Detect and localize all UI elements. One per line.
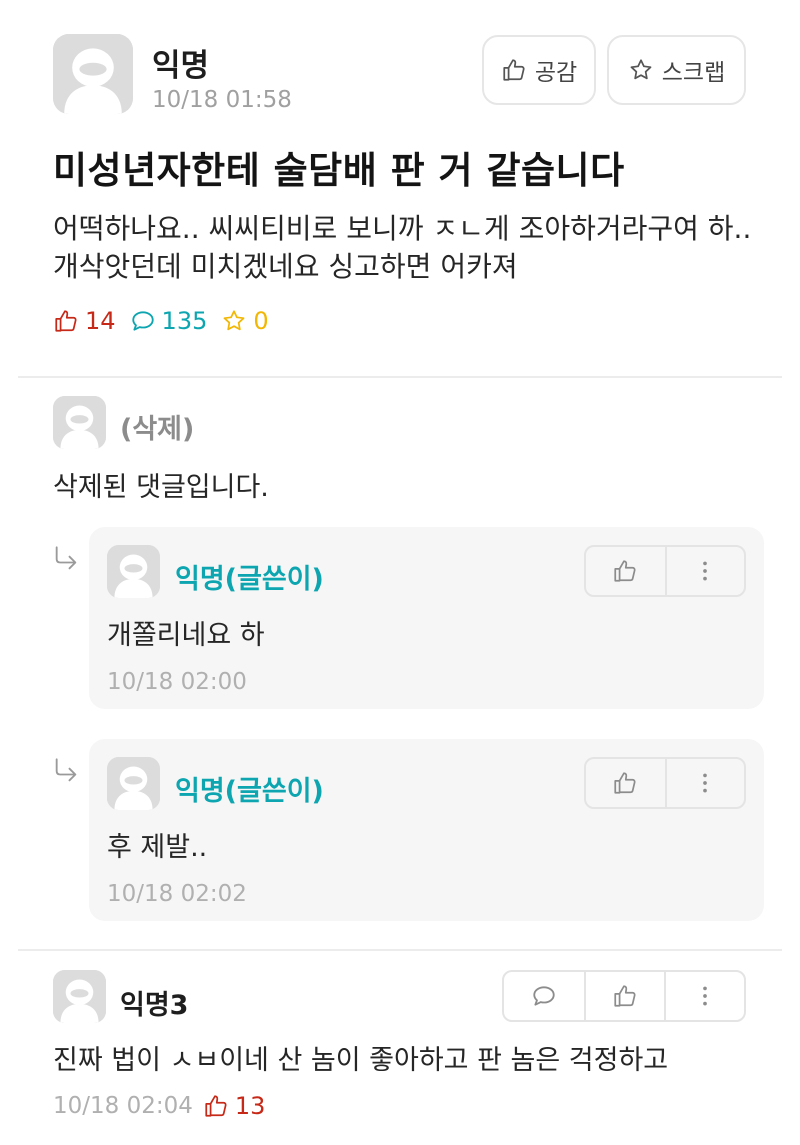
reply-timestamp: 10/18 02:00: [107, 669, 247, 695]
reply-item: 익명(글쓴이) 개쫄리네요 하 10/18 02:00: [89, 527, 764, 709]
post-scrap-count: 0: [221, 307, 269, 335]
deleted-comment-author: (삭제): [120, 414, 195, 445]
post-stats: 14 135 0: [53, 307, 269, 335]
default-avatar-icon: [107, 757, 160, 810]
post-timestamp: 10/18 01:58: [152, 87, 292, 113]
comment-author-name: 익명3: [120, 990, 189, 1021]
comment-text: 진짜 법이 ㅅㅂ이네 산 놈이 좋아하고 판 놈은 걱정하고: [53, 1045, 669, 1076]
reply-author-name: 익명(글쓴이): [175, 776, 324, 807]
reply-more-button[interactable]: [664, 759, 744, 807]
thumbs-up-icon: [612, 983, 638, 1009]
reply-author-avatar: [107, 757, 160, 810]
more-vertical-icon: [692, 983, 718, 1009]
post-body: 어떡하나요.. 씨씨티비로 보니까 ㅈㄴ게 조아하거라구여 하.. 개삭앗던데 …: [53, 212, 752, 283]
star-icon: [628, 57, 654, 83]
reply-item: 익명(글쓴이) 후 제발.. 10/18 02:02: [89, 739, 764, 921]
reply-like-button[interactable]: [586, 759, 665, 807]
reply-action-group: [584, 757, 746, 809]
reply-more-button[interactable]: [664, 547, 744, 595]
post-like-button[interactable]: 공감: [482, 35, 596, 105]
default-avatar-icon: [53, 34, 133, 114]
thumbs-up-icon: [501, 57, 527, 83]
thumbs-up-icon: [612, 770, 638, 796]
comment-more-button[interactable]: [664, 972, 744, 1020]
divider: [18, 376, 782, 378]
reply-text: 후 제발..: [107, 832, 208, 863]
speech-bubble-icon: [130, 308, 156, 334]
post-title: 미성년자한테 술담배 판 거 같습니다: [53, 149, 625, 192]
speech-bubble-icon: [531, 983, 557, 1009]
comment-timestamp: 10/18 02:04: [53, 1093, 193, 1119]
comment-action-group: [502, 970, 746, 1022]
more-vertical-icon: [692, 558, 718, 584]
post-comment-count: 135: [130, 307, 208, 335]
post-scrap-button[interactable]: 스크랩: [607, 35, 746, 105]
default-avatar-icon: [107, 545, 160, 598]
reply-text: 개쫄리네요 하: [107, 620, 265, 651]
reply-action-group: [584, 545, 746, 597]
comment-meta: 10/18 02:04 13: [53, 1092, 265, 1120]
thumbs-up-icon: [53, 308, 79, 334]
post-author-avatar: [53, 34, 133, 114]
comment-like-button[interactable]: [584, 972, 664, 1020]
post-like-count-value: 14: [85, 307, 116, 335]
star-icon: [221, 308, 247, 334]
post-scrap-button-label: 스크랩: [661, 60, 726, 86]
comment-reply-button[interactable]: [504, 972, 584, 1020]
post-author-name: 익명: [152, 48, 210, 84]
reply-timestamp: 10/18 02:02: [107, 881, 247, 907]
reply-like-button[interactable]: [586, 547, 665, 595]
deleted-comment-avatar: [53, 396, 106, 449]
reply-arrow-icon: [52, 757, 80, 785]
comment-like-count: 13: [203, 1092, 266, 1120]
thumbs-up-icon: [203, 1093, 229, 1119]
default-avatar-icon: [53, 970, 106, 1023]
reply-arrow-icon: [52, 545, 80, 573]
default-avatar-icon: [53, 396, 106, 449]
post-like-count: 14: [53, 307, 116, 335]
divider: [18, 949, 782, 951]
comment-like-count-value: 13: [234, 1092, 266, 1120]
post-scrap-count-value: 0: [253, 307, 269, 335]
post-like-button-label: 공감: [534, 60, 578, 86]
deleted-comment-text: 삭제된 댓글입니다.: [53, 472, 269, 503]
reply-author-name: 익명(글쓴이): [175, 564, 324, 595]
comment-author-avatar: [53, 970, 106, 1023]
post-comment-count-value: 135: [161, 307, 208, 335]
thumbs-up-icon: [612, 558, 638, 584]
reply-author-avatar: [107, 545, 160, 598]
more-vertical-icon: [692, 770, 718, 796]
